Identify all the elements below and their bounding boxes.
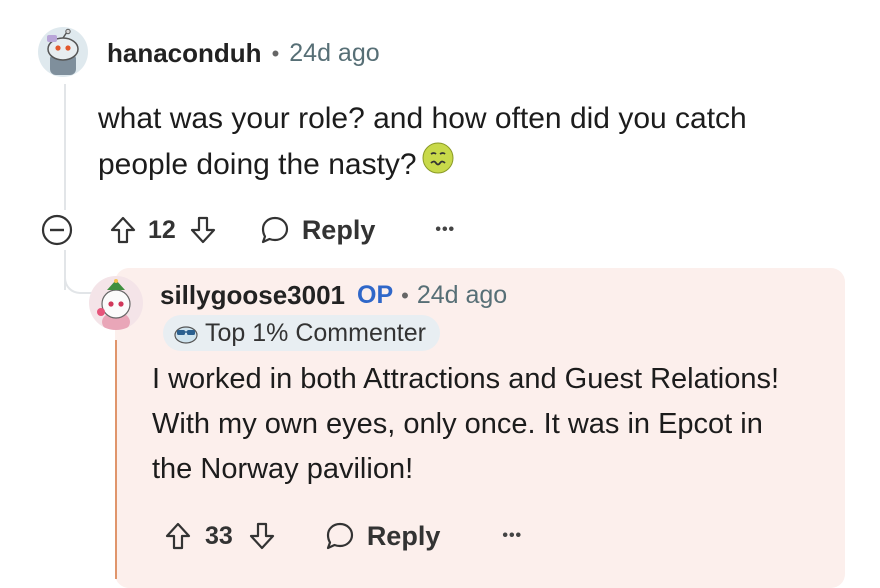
reply-button[interactable]: Reply bbox=[323, 519, 441, 553]
badge-label: Top 1% Commenter bbox=[205, 318, 426, 347]
separator-dot: • bbox=[401, 282, 409, 308]
reply-timestamp[interactable]: 24d ago bbox=[417, 281, 507, 310]
comment-text-line1: what was your role? and how often did yo… bbox=[98, 102, 747, 135]
reply-text-line3: the Norway pavilion! bbox=[152, 453, 414, 485]
downvote-icon[interactable] bbox=[188, 214, 218, 246]
thread-line-main bbox=[64, 84, 66, 210]
reply-button[interactable]: Reply bbox=[258, 213, 376, 247]
nauseated-face-icon bbox=[421, 141, 455, 188]
comment-text-line2-wrap: people doing the nasty? bbox=[98, 141, 818, 188]
downvote-icon[interactable] bbox=[247, 520, 277, 552]
chat-bubble-icon bbox=[258, 213, 292, 247]
comment-timestamp[interactable]: 24d ago bbox=[289, 39, 379, 68]
reply-header: sillygoose3001 OP • 24d ago bbox=[160, 280, 507, 311]
comment-body: what was your role? and how often did yo… bbox=[98, 96, 818, 188]
reply-label: Reply bbox=[366, 520, 441, 551]
reply-actions: 33 Reply ••• bbox=[163, 514, 522, 558]
vote-count: 12 bbox=[148, 215, 176, 244]
reply-label: Reply bbox=[301, 214, 376, 245]
sunglasses-snoo-icon bbox=[173, 322, 199, 344]
vote-count: 33 bbox=[205, 521, 233, 550]
reply-text-line2: With my own eyes, only once. It was in E… bbox=[152, 408, 763, 440]
highlight-border bbox=[115, 340, 117, 579]
more-options-icon[interactable]: ••• bbox=[435, 221, 455, 239]
upvote-icon[interactable] bbox=[108, 214, 138, 246]
snoo-avatar-icon bbox=[97, 279, 131, 330]
top-commenter-badge[interactable]: Top 1% Commenter bbox=[163, 315, 440, 351]
comment-text-line2: people doing the nasty? bbox=[98, 148, 417, 181]
thread-line-curve bbox=[64, 268, 92, 294]
username-hanaconduh[interactable]: hanaconduh bbox=[107, 38, 262, 69]
reply-body: I worked in both Attractions and Guest R… bbox=[152, 357, 842, 492]
comment-header: hanaconduh • 24d ago bbox=[107, 38, 380, 69]
snoo-avatar-icon bbox=[47, 28, 79, 75]
op-tag: OP bbox=[357, 281, 394, 309]
separator-dot: • bbox=[271, 40, 280, 66]
more-options-icon[interactable]: ••• bbox=[502, 527, 522, 545]
username-sillygoose3001[interactable]: sillygoose3001 bbox=[160, 280, 345, 311]
avatar-sillygoose3001[interactable] bbox=[89, 276, 143, 330]
minus-circle-icon[interactable] bbox=[40, 213, 74, 247]
reply-text-line1: I worked in both Attractions and Guest R… bbox=[152, 363, 780, 395]
avatar-hanaconduh[interactable] bbox=[38, 27, 88, 77]
upvote-icon[interactable] bbox=[163, 520, 193, 552]
chat-bubble-icon bbox=[323, 519, 357, 553]
comment-actions: 12 Reply ••• bbox=[40, 208, 455, 252]
